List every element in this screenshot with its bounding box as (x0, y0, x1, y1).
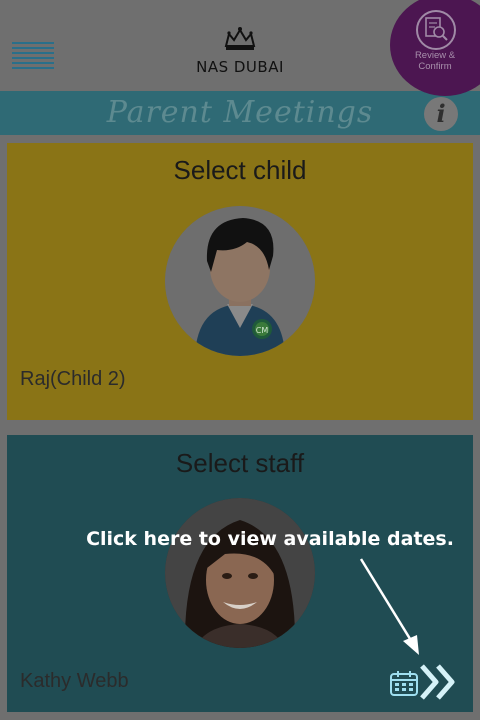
tooltip-arrow (359, 558, 419, 655)
magnifier-document-icon (416, 10, 456, 50)
tooltip-text: Click here to view available dates. (86, 528, 454, 550)
page-title: Parent Meetings (106, 95, 374, 130)
staff-photo[interactable] (165, 498, 315, 648)
child-avatar[interactable]: CM (165, 206, 315, 356)
crown-logo-icon (224, 27, 256, 50)
hamburger-menu-icon[interactable] (12, 42, 54, 70)
select-child-card[interactable]: Select child CM Raj(Child 2) (7, 143, 473, 420)
calendar-icon[interactable] (389, 669, 419, 697)
double-chevron-right-icon[interactable] (418, 662, 460, 702)
logo-text: NAS DUBAI (196, 58, 284, 76)
select-child-title: Select child (173, 155, 307, 185)
select-staff-title: Select staff (175, 448, 305, 478)
staff-photo-illustration (165, 498, 315, 648)
child-name: Raj(Child 2) (20, 368, 126, 390)
school-logo: NAS DUBAI (190, 26, 290, 82)
staff-name: Kathy Webb (20, 670, 129, 692)
child-avatar-illustration: CM (165, 206, 315, 356)
title-bar: Parent Meetings (0, 91, 480, 135)
review-confirm-label: Review & Confirm (414, 50, 456, 72)
info-icon[interactable]: i (424, 97, 458, 131)
svg-text:CM: CM (256, 326, 269, 335)
